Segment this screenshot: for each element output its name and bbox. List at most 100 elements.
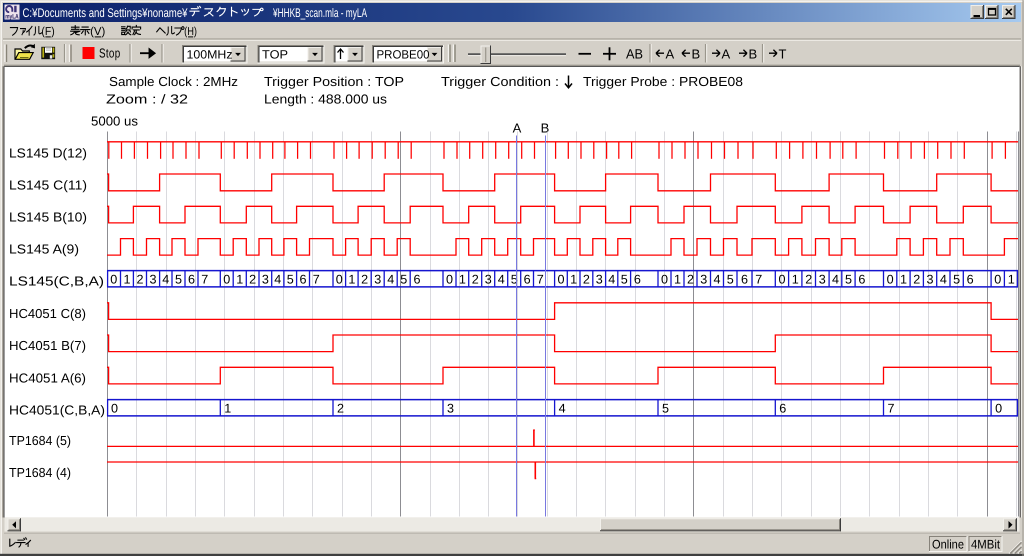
svg-text:LS145 C(11): LS145 C(11): [9, 177, 87, 192]
svg-text:1: 1: [900, 272, 907, 286]
svg-text:0: 0: [111, 401, 118, 415]
svg-text:LS145 D(12): LS145 D(12): [9, 145, 87, 160]
svg-text:1: 1: [224, 401, 231, 415]
svg-text:4: 4: [274, 272, 281, 286]
svg-text:7: 7: [755, 272, 762, 286]
svg-text:Zoom : / 32: Zoom : / 32: [106, 92, 188, 107]
svg-text:4: 4: [940, 272, 947, 286]
svg-text:2: 2: [472, 272, 479, 286]
svg-text:4: 4: [387, 272, 394, 286]
svg-text:0: 0: [557, 272, 564, 286]
svg-text:2: 2: [361, 272, 368, 286]
svg-text:5: 5: [287, 272, 294, 286]
svg-text:5: 5: [953, 272, 960, 286]
svg-text:AB: AB: [626, 47, 643, 62]
svg-text:3: 3: [262, 272, 269, 286]
svg-text:6: 6: [779, 401, 786, 415]
svg-text:6: 6: [524, 272, 531, 286]
svg-text:TOP: TOP: [262, 48, 288, 62]
svg-text:7: 7: [888, 401, 895, 415]
svg-text:2: 2: [583, 272, 590, 286]
svg-text:Trigger Position : TOP: Trigger Position : TOP: [264, 74, 404, 89]
svg-text:myLA: myLA: [5, 13, 19, 20]
svg-text:PROBE00: PROBE00: [377, 48, 430, 62]
svg-text:TP1684 (5): TP1684 (5): [9, 433, 71, 448]
svg-text:0: 0: [994, 272, 1001, 286]
svg-text:6: 6: [188, 272, 195, 286]
svg-text:2: 2: [913, 272, 920, 286]
svg-text:5: 5: [621, 272, 628, 286]
svg-text:7: 7: [537, 272, 544, 286]
svg-text:(F): (F): [41, 26, 54, 38]
svg-text:A: A: [666, 47, 675, 62]
svg-text:2: 2: [805, 272, 812, 286]
svg-text:0: 0: [446, 272, 453, 286]
svg-text:0: 0: [778, 272, 785, 286]
svg-text:2: 2: [687, 272, 694, 286]
svg-text:4MBit: 4MBit: [971, 538, 1000, 552]
svg-text:Stop: Stop: [99, 46, 121, 61]
svg-text:C:¥Documents and Settings¥nona: C:¥Documents and Settings¥noname¥: [23, 6, 188, 20]
svg-text:1: 1: [570, 272, 577, 286]
svg-text:3: 3: [927, 272, 934, 286]
svg-text:A: A: [722, 47, 731, 62]
svg-text:1: 1: [1008, 272, 1015, 286]
svg-text:3: 3: [485, 272, 492, 286]
svg-text:2: 2: [337, 401, 344, 415]
svg-text:2: 2: [249, 272, 256, 286]
svg-text:6: 6: [300, 272, 307, 286]
svg-text:4: 4: [498, 272, 505, 286]
svg-text:6: 6: [413, 272, 420, 286]
svg-text:HC4051 B(7): HC4051 B(7): [9, 338, 86, 353]
svg-text:4: 4: [559, 401, 566, 415]
svg-text:LS145 A(9): LS145 A(9): [9, 242, 79, 257]
svg-text:6: 6: [634, 272, 641, 286]
svg-text:6: 6: [967, 272, 974, 286]
svg-text:LS145 B(10): LS145 B(10): [9, 209, 87, 224]
svg-text:3: 3: [819, 272, 826, 286]
svg-text:3: 3: [374, 272, 381, 286]
svg-text:0: 0: [110, 272, 117, 286]
svg-text:3: 3: [700, 272, 707, 286]
svg-text:100MHz: 100MHz: [187, 48, 233, 62]
svg-text:(H): (H): [184, 26, 197, 38]
svg-text:0: 0: [995, 401, 1002, 415]
svg-text:3: 3: [596, 272, 603, 286]
svg-text:7: 7: [201, 272, 208, 286]
svg-text:1: 1: [236, 272, 243, 286]
svg-text:4: 4: [832, 272, 839, 286]
svg-text:HC4051 A(6): HC4051 A(6): [9, 370, 86, 385]
svg-text:4: 4: [162, 272, 169, 286]
svg-text:5: 5: [662, 401, 669, 415]
svg-text:0: 0: [661, 272, 668, 286]
svg-text:0: 0: [223, 272, 230, 286]
svg-text:T: T: [779, 47, 787, 62]
svg-text:5: 5: [845, 272, 852, 286]
svg-text:1: 1: [348, 272, 355, 286]
svg-text:Trigger Probe : PROBE08: Trigger Probe : PROBE08: [583, 74, 743, 89]
svg-text:TP1684 (4): TP1684 (4): [9, 465, 71, 480]
svg-text:LS145(C,B,A): LS145(C,B,A): [9, 273, 104, 288]
svg-text:3: 3: [447, 401, 454, 415]
svg-text:HC4051(C,B,A): HC4051(C,B,A): [9, 402, 105, 417]
svg-text:Trigger Condition :: Trigger Condition :: [441, 74, 559, 89]
svg-text:6: 6: [741, 272, 748, 286]
svg-text:4: 4: [608, 272, 615, 286]
svg-text:5000 us: 5000 us: [91, 114, 139, 129]
svg-text:1: 1: [123, 272, 130, 286]
svg-text:1: 1: [459, 272, 466, 286]
svg-text:0: 0: [336, 272, 343, 286]
svg-text:7: 7: [313, 272, 320, 286]
svg-text:5: 5: [175, 272, 182, 286]
svg-text:B: B: [749, 47, 758, 62]
svg-text:4: 4: [713, 272, 720, 286]
svg-text:3: 3: [150, 272, 157, 286]
svg-text:6: 6: [858, 272, 865, 286]
svg-text:(V): (V): [90, 26, 105, 38]
svg-text:5: 5: [727, 272, 734, 286]
svg-text:1: 1: [674, 272, 681, 286]
svg-text:1: 1: [792, 272, 799, 286]
svg-text:B: B: [541, 121, 550, 136]
svg-text:5: 5: [400, 272, 407, 286]
svg-text:Online: Online: [932, 538, 964, 552]
